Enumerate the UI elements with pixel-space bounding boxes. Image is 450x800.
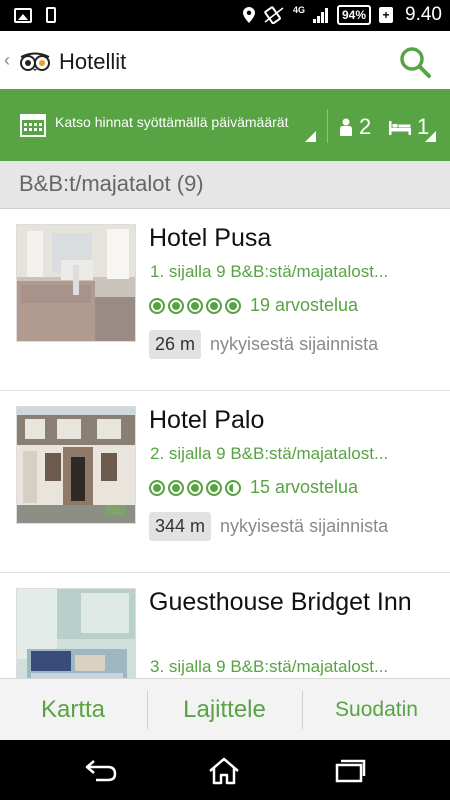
distance-label: nykyisestä sijainnista: [220, 516, 389, 536]
location-icon: [242, 7, 255, 23]
calendar-icon: [20, 114, 46, 137]
hotel-list[interactable]: Hotel Pusa 1. sijalla 9 B&B:stä/majatalo…: [0, 209, 450, 678]
status-bar: 4G 94% + 9.40: [0, 0, 450, 31]
hotel-name[interactable]: Hotel Pusa: [149, 222, 439, 255]
network-type: 4G: [292, 5, 305, 15]
rating-bubble-icon: [206, 479, 222, 496]
phone-notification-icon: [46, 7, 56, 23]
rating-half-bubble-icon: [225, 479, 241, 496]
rating-bubble-icon: [149, 297, 165, 314]
home-icon[interactable]: [207, 757, 241, 785]
back-chevron-icon[interactable]: ‹: [4, 50, 10, 71]
rating-bubble-icon: [187, 297, 203, 314]
system-nav-bar: [0, 740, 450, 800]
rating-bubble-icon: [206, 297, 222, 314]
rating-bubble-icon: [225, 297, 241, 314]
dropdown-corner-icon: [305, 131, 316, 142]
filter-bar: Katso hinnat syöttämällä päivämäärät 2 1: [0, 89, 450, 161]
rating-bubble-icon: [168, 479, 184, 496]
review-count[interactable]: 19 arvostelua: [250, 295, 358, 316]
signal-icon: [312, 8, 328, 23]
hotel-rank: 3. sijalla 9 B&B:stä/majatalost...: [150, 657, 389, 676]
rating: 15 arvostelua: [149, 477, 358, 498]
section-header: B&B:t/majatalot (9): [0, 161, 450, 209]
review-count[interactable]: 15 arvostelua: [250, 477, 358, 498]
back-icon[interactable]: [84, 757, 118, 783]
distance-badge: 344 m: [149, 512, 212, 541]
rating-bubble-icon: [149, 479, 165, 496]
sort-button[interactable]: Lajittele: [148, 679, 301, 741]
distance-row: 344 m nykyisestä sijainnista: [149, 512, 388, 541]
rotate-icon: [264, 6, 284, 24]
page-title: Hotellit: [59, 49, 127, 74]
rating: 19 arvostelua: [149, 295, 358, 316]
person-icon: [340, 118, 352, 136]
dropdown-corner-icon: [425, 131, 436, 142]
filter-button[interactable]: Suodatin: [303, 679, 450, 741]
bed-icon: [389, 121, 411, 135]
list-item[interactable]: Hotel Pusa 1. sijalla 9 B&B:stä/majatalo…: [0, 209, 450, 391]
hotel-photo: [16, 406, 136, 524]
distance-badge: 26 m: [149, 330, 202, 359]
image-notification-icon: [14, 7, 32, 23]
hotel-rank: 2. sijalla 9 B&B:stä/majatalost...: [150, 444, 389, 463]
section-title: B&B:t/majatalot (9): [19, 171, 204, 196]
guests-rooms-picker[interactable]: 2 1: [328, 89, 450, 161]
hotel-rank: 1. sijalla 9 B&B:stä/majatalost...: [150, 262, 389, 281]
hotel-name[interactable]: Hotel Palo: [149, 404, 439, 437]
recents-icon[interactable]: [334, 757, 366, 783]
hotel-photo: [16, 588, 136, 678]
charging-icon: +: [379, 7, 394, 23]
search-icon[interactable]: [398, 45, 432, 79]
guest-count: 2: [359, 114, 372, 139]
map-button[interactable]: Kartta: [0, 679, 146, 741]
battery-level: 94%: [336, 5, 372, 25]
distance-row: 26 m nykyisestä sijainnista: [149, 330, 378, 359]
tripadvisor-owl-icon[interactable]: [18, 51, 52, 71]
hotel-photo: [16, 224, 136, 342]
app-bar: ‹ Hotellit: [0, 31, 450, 89]
distance-label: nykyisestä sijainnista: [210, 334, 379, 354]
rating-bubble-icon: [168, 297, 184, 314]
date-prompt: Katso hinnat syöttämällä päivämäärät: [55, 114, 289, 130]
date-picker[interactable]: Katso hinnat syöttämällä päivämäärät: [0, 89, 327, 161]
rating-bubble-icon: [187, 479, 203, 496]
hotel-name[interactable]: Guesthouse Bridget Inn: [149, 586, 439, 619]
list-item[interactable]: Hotel Palo 2. sijalla 9 B&B:stä/majatalo…: [0, 391, 450, 573]
list-item[interactable]: Guesthouse Bridget Inn 3. sijalla 9 B&B:…: [0, 573, 450, 678]
bottom-toolbar: Kartta Lajittele Suodatin: [0, 678, 450, 740]
clock: 9.40: [405, 4, 442, 25]
